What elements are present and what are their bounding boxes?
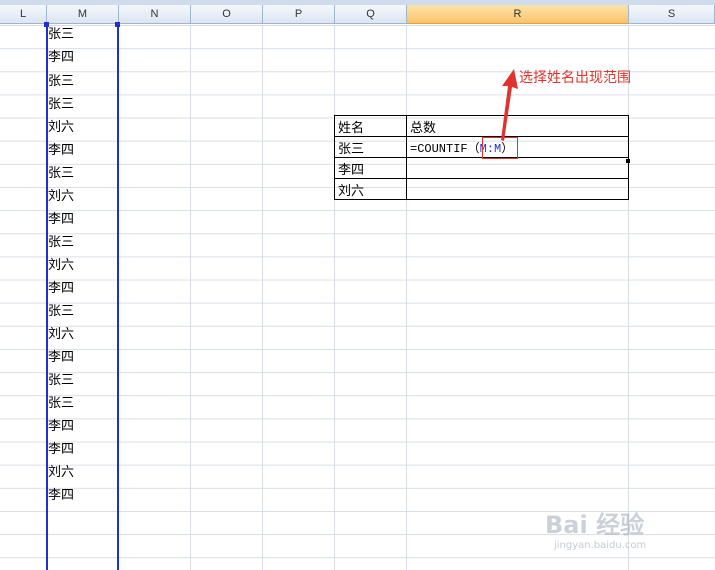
name-cell[interactable]: 张三: [48, 231, 74, 254]
gridline: [190, 25, 191, 570]
watermark-logo: Bai 经验: [545, 511, 645, 539]
annotation-text: 选择姓名出现范围: [519, 70, 631, 86]
name-cell[interactable]: 李四: [48, 139, 74, 162]
name-cell[interactable]: 李四: [48, 438, 74, 461]
name-cell[interactable]: 李四: [48, 346, 74, 369]
column-header-r[interactable]: R: [407, 5, 629, 24]
gridline: [406, 25, 407, 570]
table-row: 李四: [334, 157, 629, 179]
name-cell[interactable]: 张三: [48, 70, 74, 93]
gridline: [334, 25, 335, 570]
row-value-cell[interactable]: [406, 157, 629, 179]
name-cell[interactable]: 刘六: [48, 185, 74, 208]
name-cell[interactable]: 张三: [48, 392, 74, 415]
name-cell[interactable]: 李四: [48, 415, 74, 438]
gridline: [262, 25, 263, 570]
column-header-o[interactable]: O: [191, 5, 263, 24]
column-header-m[interactable]: M: [47, 5, 119, 24]
column-headers: L M N O P Q R S: [0, 5, 715, 25]
column-header-l[interactable]: L: [0, 5, 47, 24]
name-cell[interactable]: 李四: [48, 484, 74, 507]
column-header-n[interactable]: N: [119, 5, 191, 24]
name-cell[interactable]: 李四: [48, 208, 74, 231]
column-header-s[interactable]: S: [629, 5, 715, 24]
header-cell-name[interactable]: 姓名: [334, 115, 407, 137]
formula-prefix: =COUNTIF（: [410, 141, 480, 156]
gridline: [628, 25, 629, 570]
row-name-cell[interactable]: 刘六: [334, 178, 407, 200]
spreadsheet-grid[interactable]: [0, 25, 715, 570]
row-value-cell[interactable]: [406, 178, 629, 200]
watermark-url: jingyan.baidu.com: [554, 540, 647, 551]
name-cell[interactable]: 李四: [48, 277, 74, 300]
range-handle[interactable]: [115, 22, 120, 27]
name-cell[interactable]: 李四: [48, 46, 74, 69]
name-cell[interactable]: 张三: [48, 300, 74, 323]
table-row: 刘六: [334, 178, 629, 200]
name-cell[interactable]: 张三: [48, 162, 74, 185]
annotation-arrow-icon: [501, 69, 518, 141]
name-cell[interactable]: 刘六: [48, 254, 74, 277]
name-cell[interactable]: 张三: [48, 369, 74, 392]
name-cell[interactable]: 张三: [48, 93, 74, 116]
row-name-cell[interactable]: 李四: [334, 157, 407, 179]
name-cell[interactable]: 刘六: [48, 323, 74, 346]
name-cell[interactable]: 刘六: [48, 461, 74, 484]
fill-handle[interactable]: [626, 159, 630, 163]
table-header-row: 姓名 总数: [334, 115, 629, 137]
name-cell[interactable]: 刘六: [48, 116, 74, 139]
row-name-cell[interactable]: 张三: [334, 136, 407, 158]
column-header-q[interactable]: Q: [335, 5, 407, 24]
name-cell[interactable]: 张三: [48, 23, 74, 46]
column-header-p[interactable]: P: [263, 5, 335, 24]
selected-range-right-border: [117, 22, 119, 570]
